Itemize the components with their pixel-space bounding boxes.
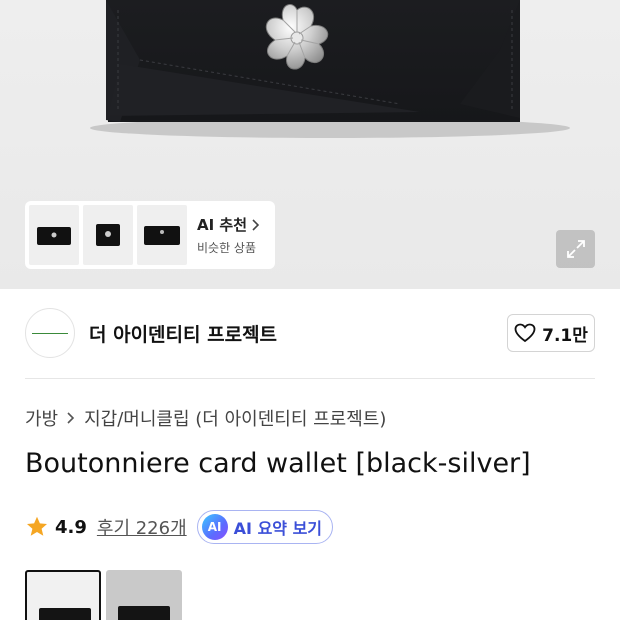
zoom-button[interactable] (556, 230, 595, 268)
breadcrumb: 가방 지갑/머니클립 (더 아이덴티티 프로젝트) (25, 405, 386, 431)
expand-icon (566, 240, 585, 258)
product-title: Boutonniere card wallet [black-silver] (25, 448, 531, 479)
wallet-thumb-icon (118, 606, 170, 620)
chevron-right-icon (252, 218, 260, 231)
ai-recommend-title: AI 추천 (197, 214, 261, 235)
like-count: 7.1만 (542, 325, 588, 346)
option-swatch[interactable] (106, 570, 182, 620)
like-button[interactable]: 7.1만 (507, 314, 595, 352)
ai-summary-label: AI 요약 보기 (233, 519, 323, 538)
brand-name[interactable]: 더 아이덴티티 프로젝트 (89, 320, 277, 347)
wallet-thumb-icon (39, 608, 91, 620)
thumbnail-item[interactable] (83, 205, 133, 265)
heart-icon (514, 323, 536, 343)
divider (25, 378, 595, 379)
ai-badge-icon: AI (201, 514, 228, 540)
wallet-thumb-icon (144, 226, 180, 245)
wallet-thumb-icon (37, 227, 71, 245)
ai-recommend-link[interactable]: AI 추천 비슷한 상품 (197, 214, 261, 256)
star-icon (27, 516, 47, 536)
thumbnail-strip: AI 추천 비슷한 상품 (25, 201, 275, 269)
thumbnail-item[interactable] (29, 205, 79, 265)
thumbnail-item[interactable] (137, 205, 187, 265)
ai-recommend-subtitle: 비슷한 상품 (197, 241, 257, 255)
breadcrumb-subcategory[interactable]: 지갑/머니클립 (더 아이덴티티 프로젝트) (84, 405, 386, 431)
option-swatch-selected[interactable] (25, 570, 101, 620)
product-hero-image[interactable]: AI 추천 비슷한 상품 (0, 0, 620, 289)
rating-row: 4.9 후기 226개 AI AI 요약 보기 (25, 510, 334, 544)
ai-summary-button[interactable]: AI AI 요약 보기 (196, 510, 334, 544)
ai-recommend-label: AI 추천 (197, 216, 248, 234)
breadcrumb-category[interactable]: 가방 (25, 405, 58, 431)
review-count-link[interactable]: 후기 226개 (97, 514, 187, 540)
chevron-right-icon (66, 411, 76, 425)
rating-value: 4.9 (55, 516, 87, 538)
brand-logo[interactable] (25, 308, 75, 358)
brand-row: 더 아이덴티티 프로젝트 7.1만 (25, 308, 595, 358)
wallet-thumb-icon (96, 224, 120, 246)
